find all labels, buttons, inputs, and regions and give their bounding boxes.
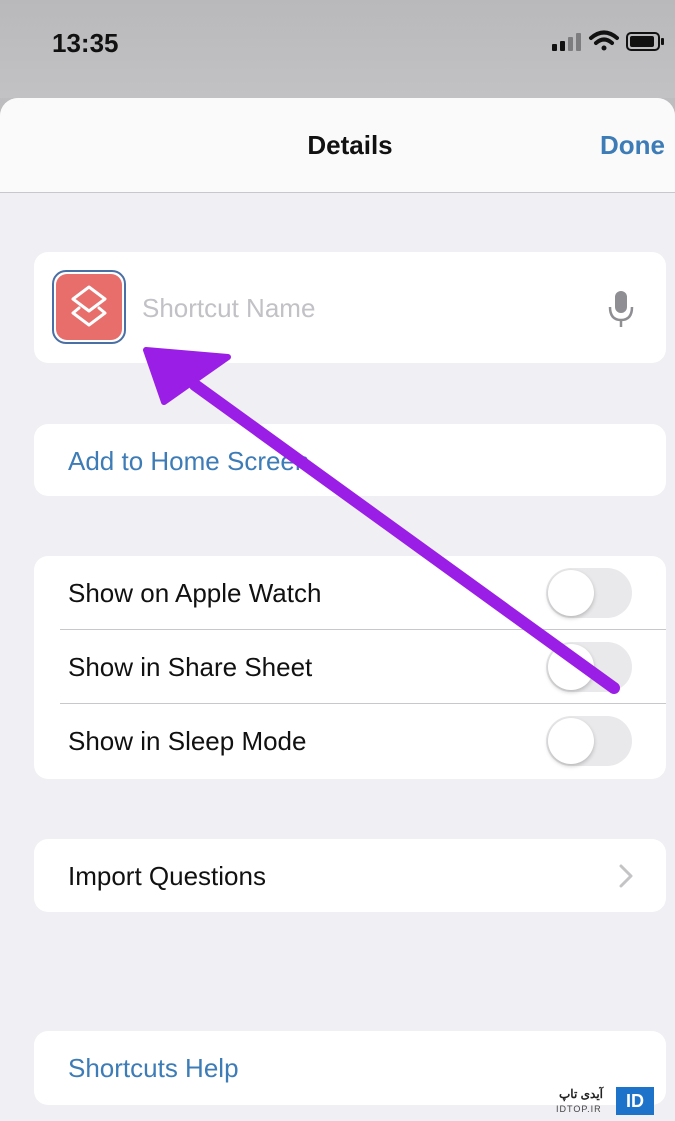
battery-icon xyxy=(626,32,664,51)
toggle-group: Show on Apple Watch Show in Share Sheet … xyxy=(34,556,666,779)
share-sheet-switch[interactable] xyxy=(546,642,632,692)
shortcuts-help-label: Shortcuts Help xyxy=(68,1053,239,1083)
done-button[interactable]: Done xyxy=(600,130,665,161)
watermark-badge: ID xyxy=(616,1087,654,1115)
status-icons xyxy=(552,30,664,51)
toggle-row-apple-watch: Show on Apple Watch xyxy=(34,556,666,630)
toggle-label: Show in Share Sheet xyxy=(68,652,313,682)
sleep-mode-switch[interactable] xyxy=(546,716,632,766)
add-to-home-screen-label: Add to Home Screen xyxy=(68,446,310,476)
page-title: Details xyxy=(307,130,393,160)
toggle-label: Show in Sleep Mode xyxy=(68,726,307,756)
shortcuts-layers-icon xyxy=(71,285,107,327)
cellular-signal-icon xyxy=(552,33,581,51)
toggle-row-share-sheet: Show in Share Sheet xyxy=(34,630,666,704)
shortcut-icon-button[interactable] xyxy=(52,270,126,344)
wifi-icon xyxy=(589,30,619,51)
shortcut-name-card xyxy=(34,252,666,363)
microphone-icon[interactable] xyxy=(606,289,636,329)
toggle-row-sleep-mode: Show in Sleep Mode xyxy=(34,704,666,778)
import-questions-row[interactable]: Import Questions xyxy=(34,839,666,912)
import-questions-label: Import Questions xyxy=(68,861,266,891)
navbar: Details Done xyxy=(0,98,675,193)
watermark-subtext: IDTOP.IR xyxy=(556,1104,602,1114)
toggle-label: Show on Apple Watch xyxy=(68,578,322,608)
status-bar: 13:35 xyxy=(0,0,675,98)
chevron-right-icon xyxy=(619,864,633,888)
details-sheet: Details Done Add to Home Screen Show on … xyxy=(0,98,675,1121)
watermark-logo: آیدی تاپ IDTOP.IR ID xyxy=(552,1087,656,1117)
watermark-text: آیدی تاپ xyxy=(559,1087,603,1101)
shortcut-name-input[interactable] xyxy=(140,285,584,331)
apple-watch-switch[interactable] xyxy=(546,568,632,618)
add-to-home-screen-button[interactable]: Add to Home Screen xyxy=(34,424,666,496)
